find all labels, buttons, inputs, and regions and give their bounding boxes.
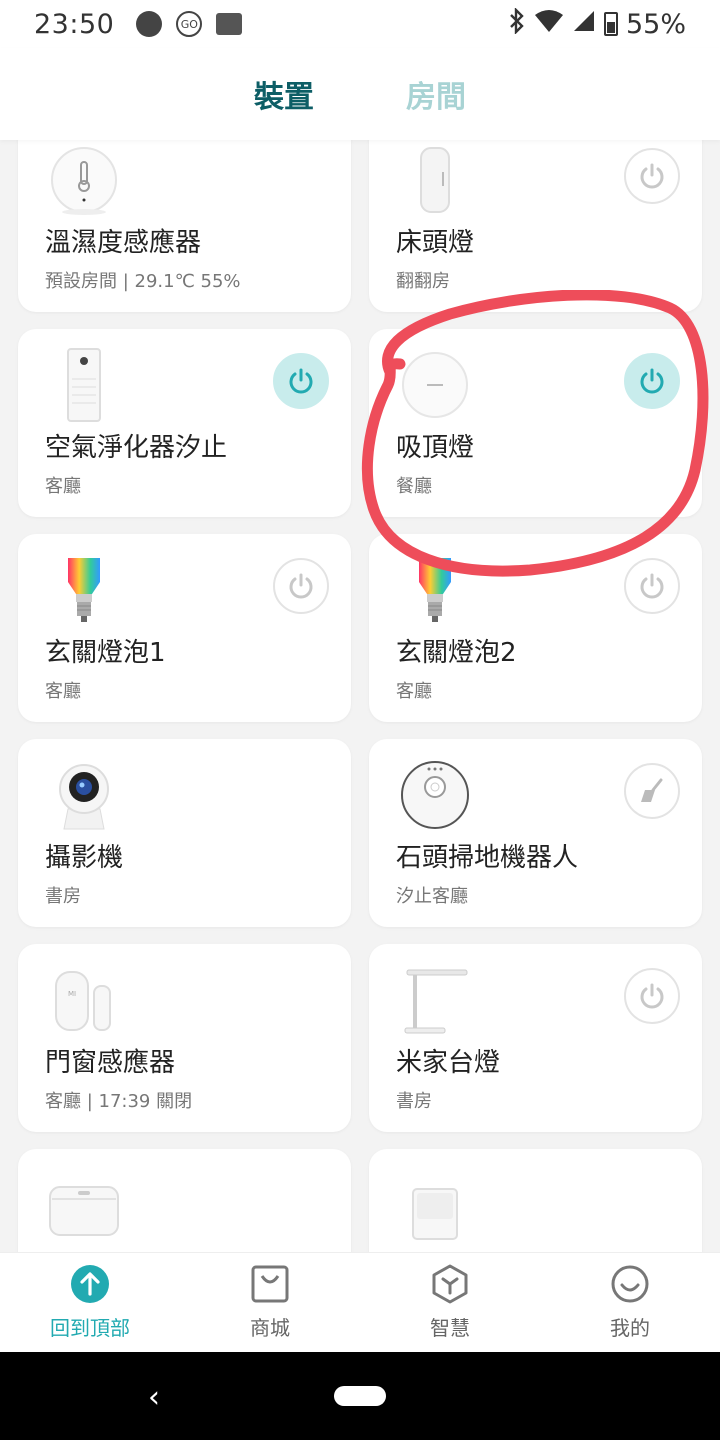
device-name: 溫濕度感應器 — [45, 228, 202, 258]
profile-smile-icon — [610, 1264, 650, 1308]
device-card[interactable]: 攝影機 書房 — [18, 739, 351, 927]
ceiling-light-icon — [397, 347, 473, 423]
bulb-icon — [397, 552, 473, 628]
device-name: 床頭燈 — [396, 228, 475, 258]
device-card[interactable]: 玄關燈泡2 客廳 — [369, 534, 702, 722]
nav-label: 我的 — [610, 1316, 650, 1340]
status-time: 23:50 — [34, 8, 115, 40]
door-sensor-icon: MI — [46, 962, 122, 1038]
device-card[interactable]: 吸頂燈 餐廳 — [369, 329, 702, 517]
device-name: 玄關燈泡2 — [396, 638, 517, 668]
device-status: 客廳 — [45, 476, 81, 497]
nav-label: 回到頂部 — [50, 1316, 130, 1340]
device-card[interactable]: 玄關燈泡1 客廳 — [18, 534, 351, 722]
tab-devices[interactable]: 裝置 — [254, 72, 314, 116]
power-button[interactable] — [624, 558, 680, 614]
bedside-lamp-icon — [397, 142, 473, 218]
camera-icon — [46, 757, 122, 833]
bottom-nav: 回到頂部 商城 智慧 我的 — [0, 1252, 720, 1352]
device-status: 書房 — [396, 1091, 432, 1112]
air-purifier-icon — [46, 347, 122, 423]
shop-bag-icon — [250, 1264, 290, 1308]
robot-vacuum-icon — [397, 757, 473, 833]
home-pill[interactable] — [334, 1386, 386, 1406]
device-status: 客廳 — [396, 681, 432, 702]
tab-rooms[interactable]: 房間 — [406, 72, 466, 116]
go-icon: GO — [176, 11, 203, 37]
power-button[interactable] — [273, 353, 329, 409]
bluetooth-icon — [508, 6, 526, 41]
device-name: 門窗感應器 — [45, 1048, 176, 1078]
device-card[interactable]: MI 門窗感應器 客廳 | 17:39 關閉 — [18, 944, 351, 1132]
device-status: 餐廳 — [396, 476, 432, 497]
device-name: 吸頂燈 — [396, 433, 475, 463]
device-name: 石頭掃地機器人 — [396, 843, 579, 873]
nav-profile[interactable]: 我的 — [540, 1253, 720, 1352]
power-button[interactable] — [624, 148, 680, 204]
device-name: 米家台燈 — [396, 1048, 501, 1078]
signal-icon — [572, 9, 596, 40]
desk-lamp-icon — [397, 962, 473, 1038]
nav-shop[interactable]: 商城 — [180, 1253, 360, 1352]
device-card[interactable]: 空氣淨化器汐止 客廳 — [18, 329, 351, 517]
device-status: 書房 — [45, 886, 81, 907]
device-card[interactable] — [18, 1149, 351, 1252]
power-button[interactable] — [273, 558, 329, 614]
device-status: 汐止客廳 — [396, 886, 468, 907]
back-icon[interactable]: ‹ — [148, 1380, 160, 1415]
device-card[interactable]: 米家台燈 書房 — [369, 944, 702, 1132]
device-card[interactable]: 石頭掃地機器人 汐止客廳 — [369, 739, 702, 927]
rice-cooker-icon — [46, 1167, 122, 1243]
battery-percent: 55% — [625, 8, 686, 40]
news-icon — [216, 13, 243, 35]
device-card[interactable]: 床頭燈 翻翻房 — [369, 140, 702, 312]
bulb-icon — [46, 552, 122, 628]
power-button[interactable] — [624, 968, 680, 1024]
device-card[interactable] — [369, 1149, 702, 1252]
device-name: 攝影機 — [45, 843, 124, 873]
sweep-button[interactable] — [624, 763, 680, 819]
arrow-up-icon — [70, 1264, 110, 1308]
wifi-icon — [534, 9, 564, 40]
nav-back-to-top[interactable]: 回到頂部 — [0, 1253, 180, 1352]
nav-smart[interactable]: 智慧 — [360, 1253, 540, 1352]
power-button[interactable] — [624, 353, 680, 409]
device-name: 空氣淨化器汐止 — [45, 433, 228, 463]
status-bar: 23:50 GO 55% — [0, 0, 720, 48]
motion-sensor-icon — [397, 1167, 473, 1243]
nav-label: 智慧 — [430, 1316, 470, 1340]
header-tabs: 裝置 房間 — [0, 48, 720, 140]
device-card[interactable]: 溫濕度感應器 預設房間 | 29.1℃ 55% — [18, 140, 351, 312]
spotify-icon — [136, 11, 163, 37]
device-status: 翻翻房 — [396, 271, 450, 292]
device-status: 客廳 — [45, 681, 81, 702]
system-nav-bar: ‹ — [0, 1352, 720, 1440]
smart-hex-icon — [430, 1264, 470, 1308]
device-status: 預設房間 | 29.1℃ 55% — [45, 271, 241, 292]
device-grid: 溫濕度感應器 預設房間 | 29.1℃ 55% 床頭燈 翻翻房 空氣淨化器汐止 … — [0, 140, 720, 1252]
nav-label: 商城 — [250, 1316, 290, 1340]
device-status: 客廳 | 17:39 關閉 — [45, 1091, 193, 1112]
svg-text:MI: MI — [68, 990, 76, 998]
device-name: 玄關燈泡1 — [45, 638, 166, 668]
battery-icon — [603, 12, 618, 36]
thermometer-icon — [46, 142, 122, 218]
